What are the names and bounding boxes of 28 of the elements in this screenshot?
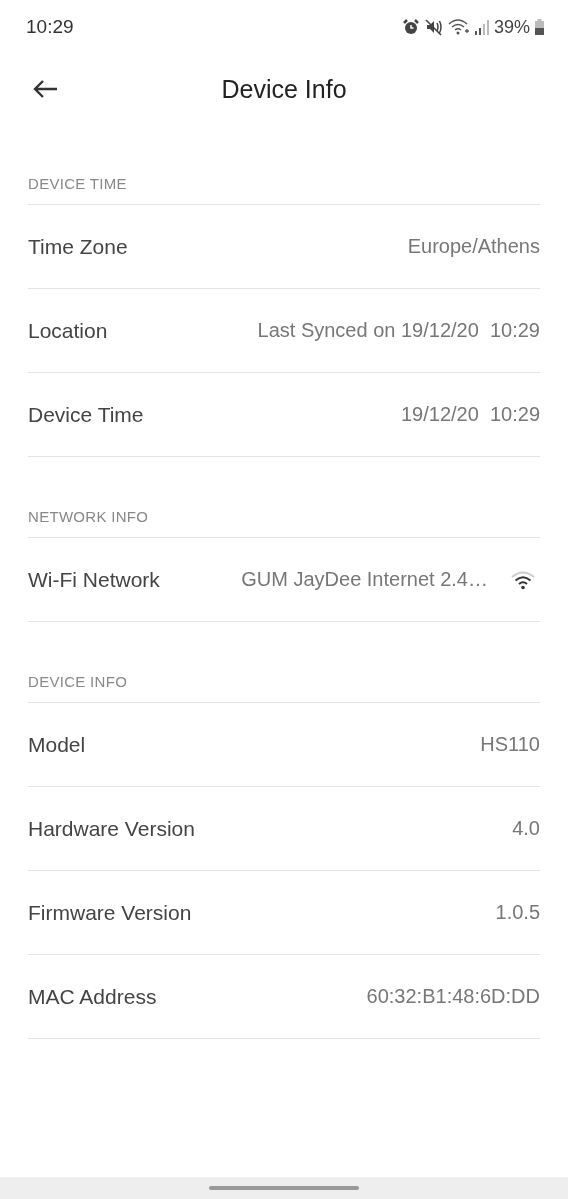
row-value: Europe/Athens [407,235,540,258]
battery-icon [535,19,544,35]
row-value: Last Synced on 19/12/20 10:29 [257,319,540,342]
row-value: GUM JayDee Internet 2.4… [241,568,488,591]
row-label: Hardware Version [28,816,195,841]
row-label: Wi-Fi Network [28,567,160,592]
section-header: DEVICE TIME [28,124,540,205]
row-value: HS110 [480,733,540,756]
status-time: 10:29 [26,16,74,38]
wifi-icon [510,569,536,590]
row-label: Model [28,732,86,757]
row-value: 1.0.5 [495,901,540,924]
section-header: NETWORK INFO [28,457,540,538]
row-value: 19/12/20 10:29 [401,403,540,426]
row-label: Time Zone [28,234,128,259]
wifi-status-icon [447,18,470,36]
alarm-icon [401,18,420,36]
section-header: DEVICE INFO [28,622,540,703]
page-title: Device Info [221,74,347,104]
signal-icon [474,19,489,35]
row-label: MAC Address [28,984,157,1009]
battery-percent: 39% [493,16,530,38]
row-label: Device Time [28,402,144,427]
row-value: 60:32:B1:48:6D:DD [366,985,540,1008]
mute-icon [424,18,443,36]
row-label: Firmware Version [28,900,192,925]
row-value: 4.0 [512,817,540,840]
row-label: Location [28,318,108,343]
